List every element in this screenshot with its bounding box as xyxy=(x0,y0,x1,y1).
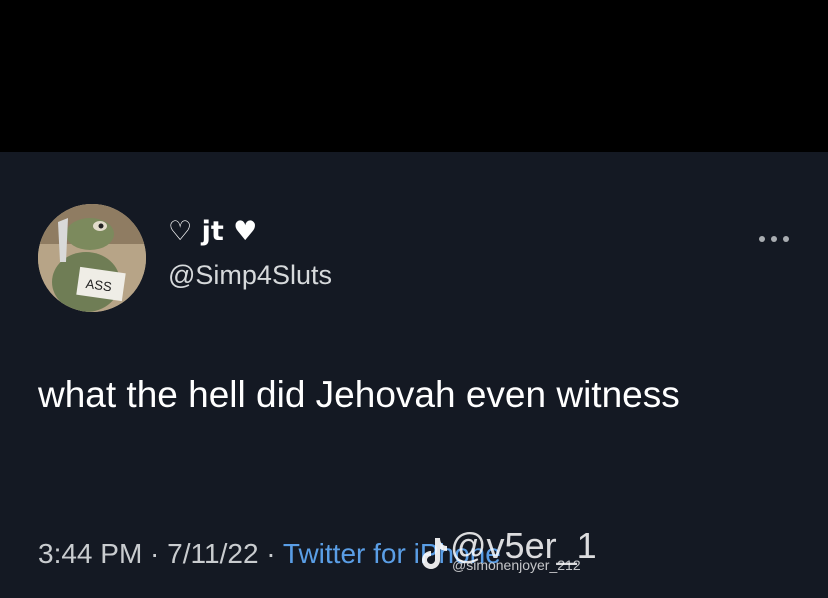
tweet-card: ASS ♡ jt ♥ @Simp4Sluts what the hell did… xyxy=(0,152,828,598)
tweet-date[interactable]: 7/11/22 xyxy=(167,538,258,569)
tweet-time[interactable]: 3:44 PM xyxy=(38,538,142,569)
tweet-text: what the hell did Jehovah even witness xyxy=(38,374,680,415)
meta-separator: · xyxy=(258,538,283,569)
more-horizontal-icon[interactable] xyxy=(756,232,792,244)
tiktok-logo-icon xyxy=(422,538,447,569)
user-handle[interactable]: @Simp4Sluts xyxy=(168,262,332,289)
top-black-bar xyxy=(0,0,828,152)
avatar[interactable]: ASS xyxy=(38,204,146,312)
display-name[interactable]: ♡ jt ♥ xyxy=(168,218,257,245)
avatar-image: ASS xyxy=(38,204,146,312)
meta-separator: · xyxy=(142,538,168,569)
watermark-sub-handle: @simonenjoyer_212 xyxy=(452,557,581,573)
